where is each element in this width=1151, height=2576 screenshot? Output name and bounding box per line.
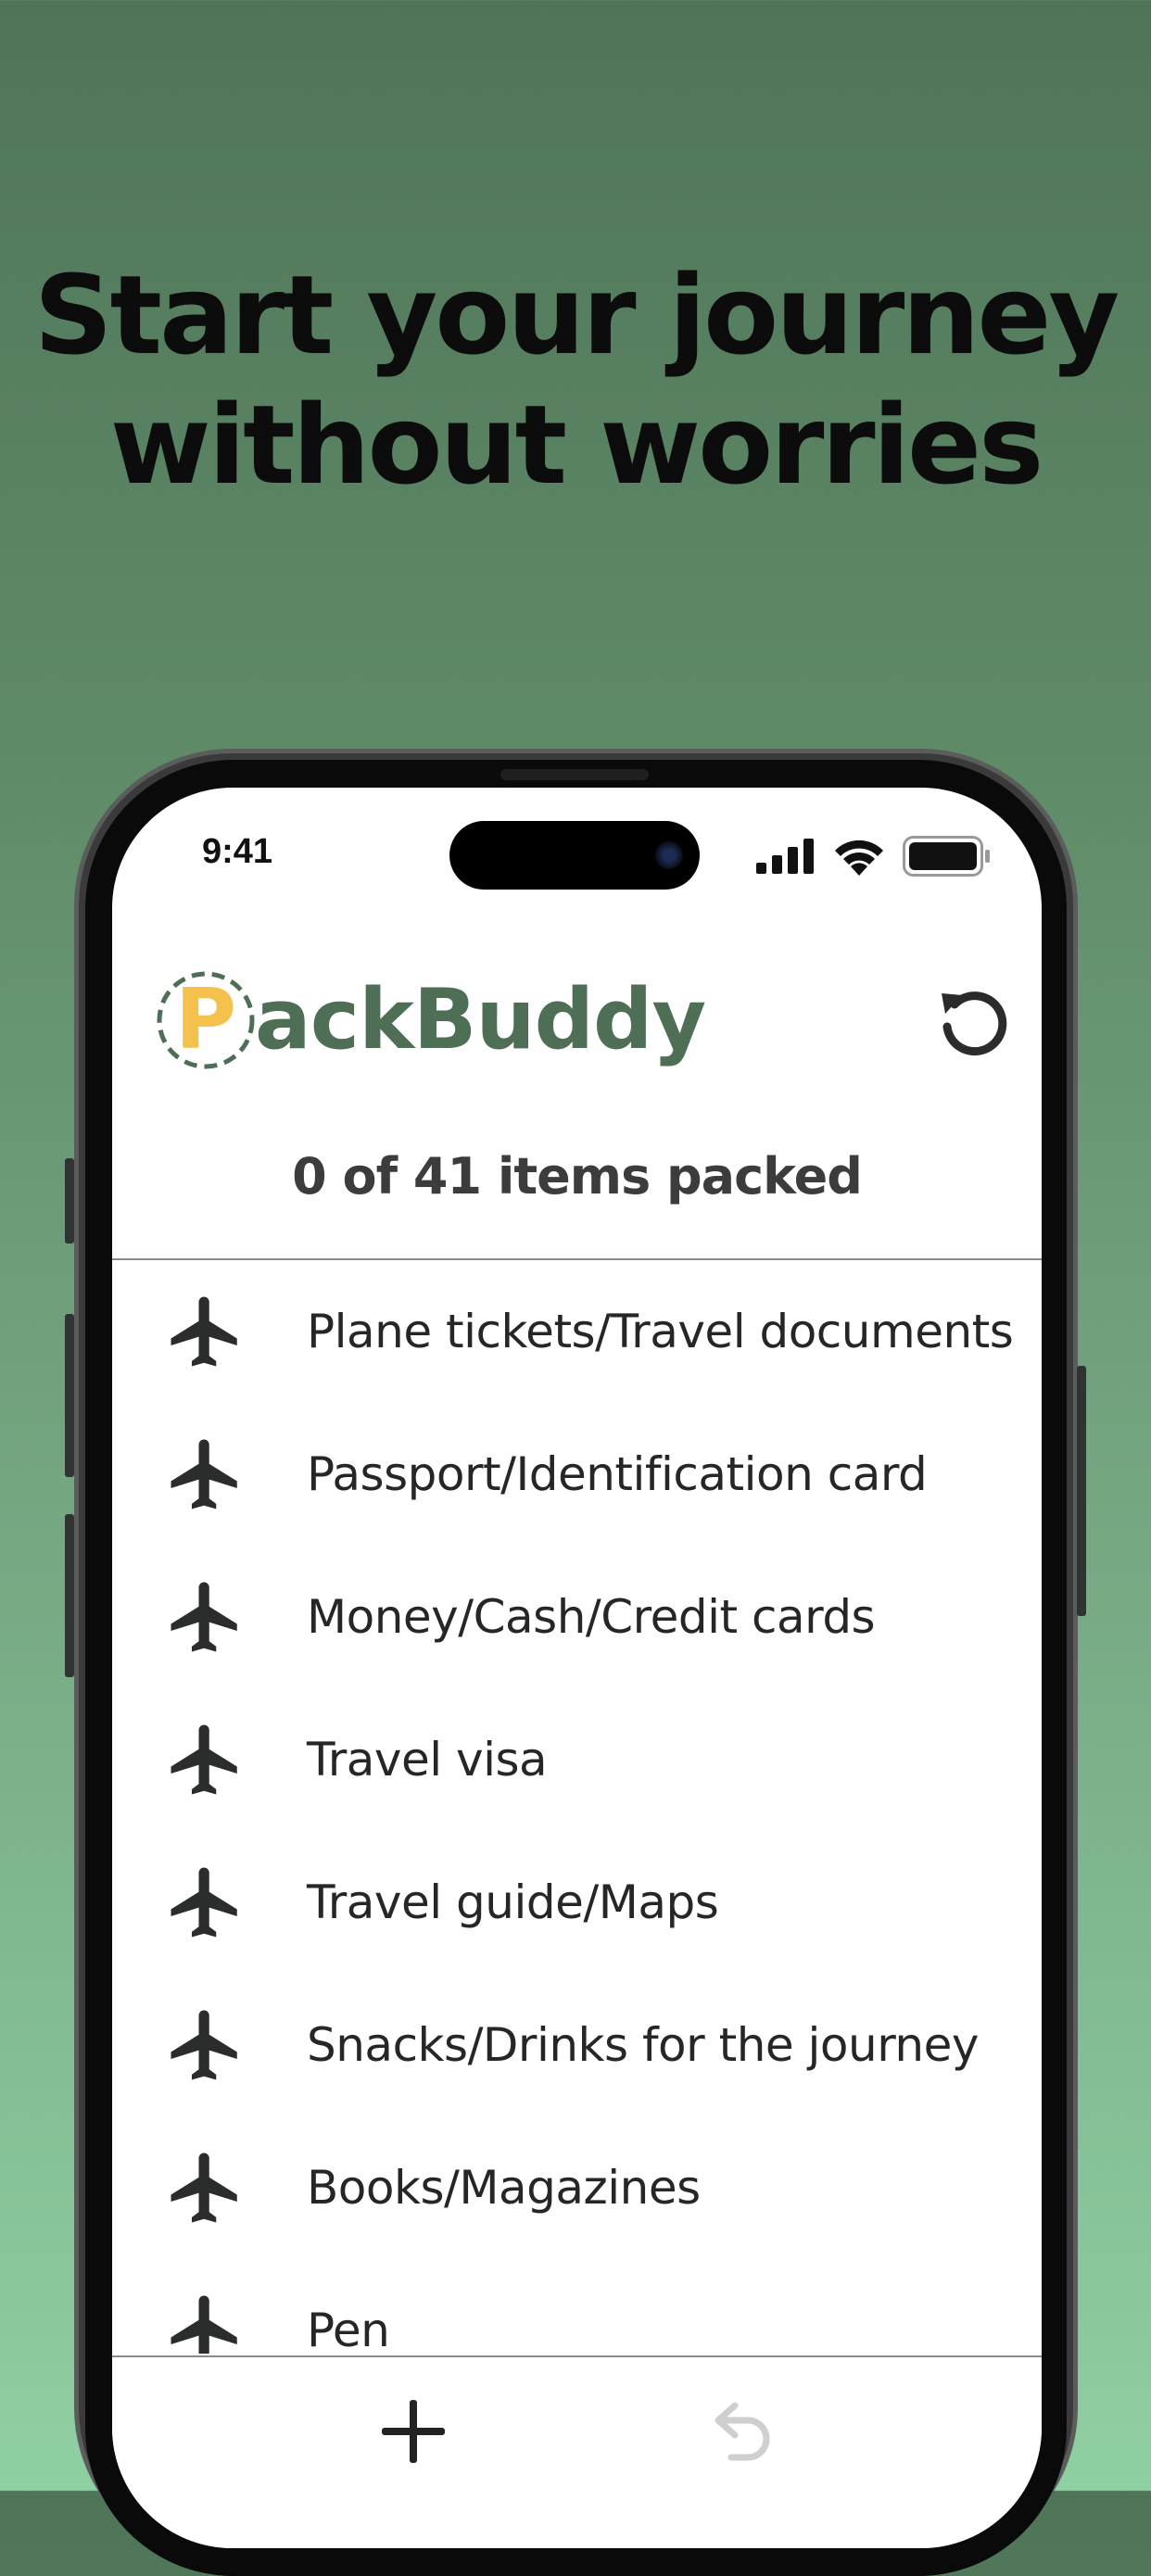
list-item-label: Passport/Identification card [307, 1447, 928, 1501]
battery-icon [903, 836, 990, 877]
phone-speaker [500, 769, 649, 780]
add-item-button[interactable] [376, 2394, 450, 2469]
status-icons [756, 836, 992, 877]
airplane-icon [164, 1718, 247, 1801]
packed-count: 0 of 41 items packed [292, 1147, 863, 1206]
wifi-icon [835, 840, 883, 876]
list-item[interactable]: Travel guide/Maps [112, 1831, 1042, 1974]
airplane-icon [164, 1433, 247, 1516]
airplane-icon [164, 1290, 247, 1373]
front-camera [655, 841, 683, 869]
list-item[interactable]: Money/Cash/Credit cards [112, 1546, 1042, 1688]
list-item[interactable]: Books/Magazines [112, 2116, 1042, 2259]
phone-screen: 9:41 P ackBuddy 0 of 41 items packed Pla… [112, 788, 1042, 2548]
headline-line-2: without worries [109, 381, 1044, 509]
headline-line-1: Start your journey [33, 251, 1120, 379]
phone-action-button [65, 1158, 74, 1244]
list-item[interactable]: Plane tickets/Travel documents [112, 1260, 1042, 1403]
marketing-headline: Start your journey without worries [0, 250, 1151, 510]
list-item[interactable]: Pen [112, 2259, 1042, 2354]
dynamic-island [449, 821, 700, 890]
status-time: 9:41 [202, 832, 273, 871]
logo-wordmark: ackBuddy [255, 971, 706, 1068]
list-item[interactable]: Travel visa [112, 1688, 1042, 1831]
undo-icon [715, 2402, 770, 2461]
list-item-label: Money/Cash/Credit cards [307, 1590, 876, 1644]
cellular-signal-icon [756, 839, 814, 874]
logo-initial: P [175, 971, 236, 1068]
packing-list: Plane tickets/Travel documents Passport/I… [112, 1260, 1042, 2354]
list-item[interactable]: Passport/Identification card [112, 1403, 1042, 1546]
airplane-icon [164, 2003, 247, 2087]
airplane-icon [164, 2289, 247, 2354]
bottom-toolbar [112, 2355, 1042, 2548]
airplane-icon [164, 2146, 247, 2229]
plus-icon [382, 2400, 445, 2463]
reset-icon [942, 991, 1007, 1056]
airplane-icon [164, 1861, 247, 1944]
logo-badge: P [155, 969, 257, 1071]
phone-volume-up-button [65, 1314, 74, 1477]
app-logo: P ackBuddy [155, 969, 706, 1071]
list-item-label: Plane tickets/Travel documents [307, 1305, 1014, 1358]
airplane-icon [164, 1575, 247, 1659]
list-item-label: Travel visa [307, 1733, 548, 1787]
reset-button[interactable] [934, 986, 1008, 1060]
list-item-label: Books/Magazines [307, 2161, 701, 2215]
list-item-label: Snacks/Drinks for the journey [307, 2018, 979, 2072]
list-item[interactable]: Snacks/Drinks for the journey [112, 1974, 1042, 2116]
phone-power-button [1077, 1366, 1086, 1616]
phone-volume-down-button [65, 1514, 74, 1677]
undo-button[interactable] [703, 2394, 778, 2469]
list-item-label: Pen [307, 2304, 390, 2354]
list-item-label: Travel guide/Maps [307, 1875, 719, 1929]
